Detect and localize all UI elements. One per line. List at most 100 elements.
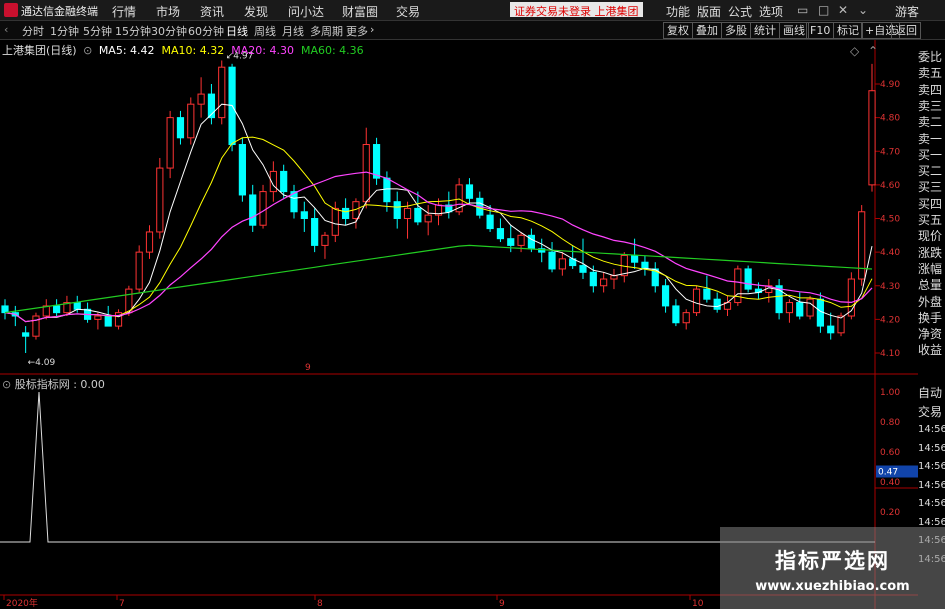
dropdown-icon[interactable]: ⌄ [858, 3, 868, 17]
side-panel-item[interactable]: 涨幅 [918, 261, 945, 277]
candle-body [496, 228, 505, 240]
indicator-tick-label: 1.00 [880, 388, 900, 398]
f10-button[interactable]: F10 [806, 22, 835, 39]
period-60min[interactable]: 60分钟 [188, 23, 224, 39]
overlay-button[interactable]: 叠加 [692, 22, 722, 39]
side-panel-item[interactable]: 卖二 [918, 114, 945, 130]
candle [610, 268, 618, 290]
menu-formula[interactable]: 公式 [728, 3, 752, 20]
indicator-tick-label: 0.40 [880, 478, 900, 488]
ma10-label: MA10: 4.32 [161, 44, 225, 57]
side-panel-item[interactable]: 买三 [918, 179, 945, 195]
period-1min[interactable]: 1分钟 [50, 23, 79, 39]
minimize-icon[interactable]: ▭ [797, 3, 808, 17]
candle-body [22, 332, 30, 337]
menu-functions[interactable]: 功能 [666, 3, 690, 20]
return-button[interactable]: 返回 [891, 22, 921, 39]
ma5-label: MA5: 4.42 [98, 44, 155, 57]
side-panel-item[interactable]: 现价 [918, 228, 945, 244]
mark-button[interactable]: 标记 [833, 22, 863, 39]
period-15min[interactable]: 15分钟 [115, 23, 151, 39]
restore-icon[interactable]: □ [818, 3, 829, 17]
user-guest[interactable]: 游客 [895, 3, 919, 20]
watermark-url: www.xuezhibiao.com [755, 579, 910, 594]
candle [135, 245, 143, 293]
side-panel-item[interactable]: 买一 [918, 147, 945, 163]
side-panel-item[interactable]: 外盘 [918, 294, 945, 310]
menu-news[interactable]: 资讯 [200, 3, 224, 20]
price-tick-label: 4.30 [880, 282, 900, 292]
side-panel-item[interactable]: 卖一 [918, 131, 945, 147]
period-weekly[interactable]: 周线 [254, 23, 276, 39]
period-multi[interactable]: 多周期 [310, 23, 343, 39]
period-5min[interactable]: 5分钟 [83, 23, 112, 39]
more-arrow-icon[interactable]: › [370, 23, 374, 36]
indicator-tick-label: 0.80 [880, 418, 900, 428]
side-panel-item[interactable]: 买五 [918, 212, 945, 228]
ma-toggle-icon[interactable]: ⊙ [83, 44, 92, 57]
app-logo-icon [4, 3, 18, 17]
side-panel-item[interactable]: 卖四 [918, 82, 945, 98]
watermark-title: 指标严选网 [775, 549, 890, 573]
candle [796, 292, 804, 320]
period-intraday[interactable]: 分时 [22, 23, 44, 39]
candle [682, 309, 690, 330]
trade-status-badge[interactable]: 证券交易未登录 上港集团 [510, 2, 643, 18]
period-daily[interactable]: 日线 [226, 23, 248, 39]
candle-body [238, 144, 246, 196]
side-panel-item[interactable]: 净资 [918, 326, 945, 342]
side-panel-item[interactable]: 换手 [918, 310, 945, 326]
period-30min[interactable]: 30分钟 [151, 23, 187, 39]
toolbar-back-icon[interactable]: ‹ [4, 23, 8, 36]
menu-discover[interactable]: 发现 [244, 3, 268, 20]
side-panel-item[interactable]: 买二 [918, 163, 945, 179]
statistics-button[interactable]: 统计 [750, 22, 780, 39]
candle-body [321, 234, 329, 246]
candle-body [176, 117, 185, 139]
candle [713, 292, 721, 313]
menu-wealth-circle[interactable]: 财富圈 [342, 3, 378, 20]
price-tick-label: 4.90 [880, 80, 900, 90]
candle-body [156, 167, 164, 233]
candle-body [383, 177, 391, 203]
menu-market-quotes[interactable]: 行情 [112, 3, 136, 20]
side-panel-item[interactable]: 总量 [918, 277, 945, 293]
menu-options[interactable]: 选项 [759, 3, 783, 20]
menu-layout[interactable]: 版面 [697, 3, 721, 20]
period-toolbar: ‹ 分时 1分钟 5分钟 15分钟 30分钟 60分钟 日线 周线 月线 多周期… [0, 21, 945, 40]
candle-body [166, 117, 174, 169]
menu-ask[interactable]: 问小达 [288, 3, 324, 20]
period-monthly[interactable]: 月线 [282, 23, 304, 39]
kline-chart[interactable]: 4.90 4.80 4.70 4.60 4.50 4.40 4.30 4.20 4.10 1.00… [0, 40, 918, 609]
multi-stock-button[interactable]: 多股 [721, 22, 751, 39]
side-panel-lower-item: 14:56 [918, 424, 945, 435]
period-more[interactable]: 更多 [346, 23, 368, 39]
candle-body [465, 184, 474, 199]
side-panel-item[interactable]: 涨跌 [918, 245, 945, 261]
side-panel-item[interactable]: 委比 [918, 49, 945, 65]
candle-body [785, 302, 794, 314]
ma20-line [4, 171, 873, 323]
ma20-label: MA20: 4.30 [231, 44, 294, 57]
candle-body [53, 305, 61, 314]
candle-body [135, 251, 143, 290]
candle-body [661, 285, 670, 307]
side-panel-item[interactable]: 收益 [918, 342, 945, 358]
candle-body [796, 302, 804, 317]
draw-line-button[interactable]: 画线 [779, 22, 809, 39]
candle [290, 184, 298, 219]
close-icon[interactable]: ✕ [838, 3, 848, 17]
indicator-toggle-icon[interactable]: ⊙ [2, 378, 11, 391]
side-panel-item[interactable]: 买四 [918, 196, 945, 212]
candle [455, 178, 463, 216]
collapse-icon[interactable]: ⌃ [868, 44, 878, 58]
adjust-button[interactable]: 复权 [663, 22, 693, 39]
candle [744, 265, 752, 293]
menu-trade[interactable]: 交易 [396, 3, 420, 20]
candle-body [104, 315, 112, 327]
side-panel-item[interactable]: 卖五 [918, 65, 945, 81]
menu-market[interactable]: 市场 [156, 3, 180, 20]
candle [589, 265, 597, 293]
side-panel-item[interactable]: 卖三 [918, 98, 945, 114]
settings-icon[interactable]: ◇ [850, 44, 859, 58]
